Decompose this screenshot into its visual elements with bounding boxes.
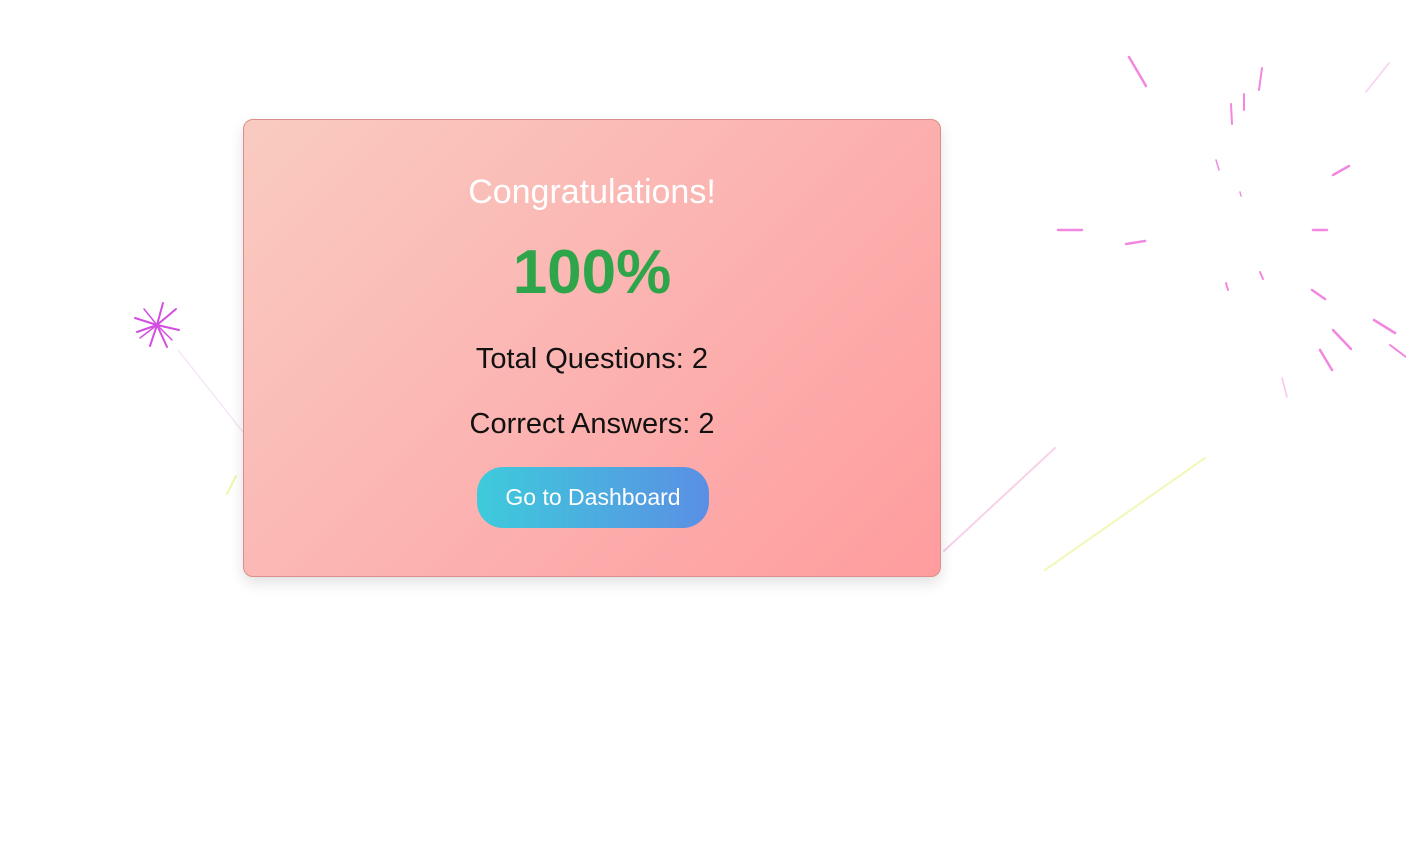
firework-trail-right	[943, 447, 1206, 571]
firework-trail-left	[177, 349, 244, 495]
score-percentage: 100%	[512, 238, 672, 307]
go-to-dashboard-button[interactable]: Go to Dashboard	[477, 467, 709, 528]
firework-burst-left	[134, 302, 180, 348]
congratulations-heading: Congratulations!	[468, 173, 716, 211]
page-background: Congratulations! 100% Total Questions: 2…	[0, 0, 1406, 851]
total-questions-text: Total Questions: 2	[475, 343, 709, 375]
quiz-result-card: Congratulations! 100% Total Questions: 2…	[243, 119, 941, 577]
correct-answers-text: Correct Answers: 2	[469, 408, 715, 440]
firework-burst-right	[1056, 55, 1406, 398]
